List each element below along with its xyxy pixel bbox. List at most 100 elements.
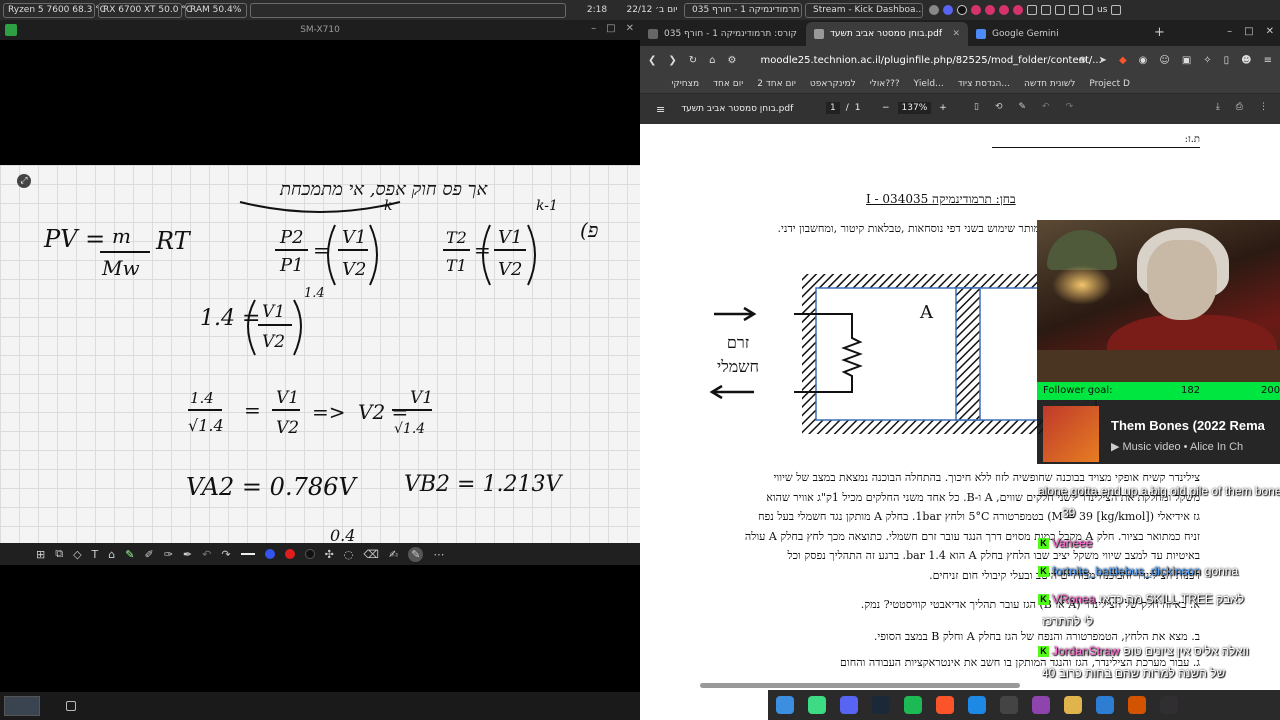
tray-app-icon[interactable] bbox=[985, 5, 995, 15]
share-icon[interactable]: ➤ bbox=[1099, 55, 1107, 66]
more-options-icon[interactable]: ⋮ bbox=[1259, 102, 1268, 112]
minimize-icon[interactable]: – bbox=[591, 23, 596, 34]
maximize-icon[interactable]: □ bbox=[1244, 26, 1253, 37]
annotate-icon[interactable]: ✎ bbox=[1019, 102, 1027, 112]
copy-icon[interactable]: ⧉ bbox=[55, 547, 63, 561]
url-input[interactable]: moodle25.technion.ac.il/pluginfile.php/8… bbox=[761, 55, 1102, 66]
pen-icon[interactable]: ✎ bbox=[125, 548, 134, 561]
taskbar-item-kick[interactable]: Stream - Kick Dashboa... bbox=[805, 2, 923, 18]
bookmark-item[interactable]: Project D bbox=[1089, 79, 1130, 89]
zoom-level[interactable]: 137% bbox=[897, 102, 932, 114]
app-icon[interactable] bbox=[1000, 696, 1018, 714]
print-icon[interactable]: ⎙ bbox=[1236, 102, 1243, 112]
zoom-out-icon[interactable]: − bbox=[882, 103, 890, 113]
spotify-icon[interactable] bbox=[904, 696, 922, 714]
undo-icon[interactable]: ↶ bbox=[202, 548, 211, 561]
store-icon[interactable] bbox=[1096, 696, 1114, 714]
marker-icon[interactable]: ✒ bbox=[183, 548, 192, 561]
windows-start-icon[interactable] bbox=[776, 696, 794, 714]
home-icon[interactable]: ⌂ bbox=[709, 55, 715, 66]
shapes-icon[interactable]: ◇ bbox=[73, 548, 81, 561]
color-blue-swatch[interactable] bbox=[264, 549, 275, 559]
discord-icon[interactable] bbox=[840, 696, 858, 714]
brush-icon[interactable]: ✑ bbox=[164, 548, 173, 561]
keyboard-layout[interactable]: us bbox=[1097, 5, 1107, 15]
back-icon[interactable]: ❮ bbox=[648, 55, 656, 66]
android-icon[interactable] bbox=[808, 696, 826, 714]
maximize-icon[interactable]: □ bbox=[606, 23, 615, 34]
tab-gemini[interactable]: Google Gemini bbox=[968, 22, 1148, 46]
tray-app-icon[interactable] bbox=[971, 5, 981, 15]
bookmark-item[interactable]: יום אחד bbox=[713, 79, 743, 89]
app-icon[interactable] bbox=[968, 696, 986, 714]
sidebar-icon[interactable]: ▯ bbox=[1224, 55, 1230, 66]
fit-page-icon[interactable]: ▯ bbox=[974, 102, 979, 112]
app-icon[interactable] bbox=[1128, 696, 1146, 714]
extension-icon[interactable]: ◉ bbox=[1139, 55, 1148, 66]
stroke-width-icon[interactable] bbox=[240, 553, 255, 555]
discord-tray-icon[interactable] bbox=[943, 5, 953, 15]
bookmark-item[interactable]: אולי??? bbox=[870, 79, 900, 89]
steam-icon[interactable] bbox=[872, 696, 890, 714]
zoom-icon[interactable]: ⊕ bbox=[1078, 55, 1086, 66]
zoom-in-icon[interactable]: + bbox=[939, 103, 947, 113]
window-thumbnail[interactable] bbox=[4, 696, 40, 716]
network-icon[interactable] bbox=[1083, 5, 1093, 15]
menu-icon[interactable]: ≡ bbox=[1264, 55, 1272, 66]
extension-icon[interactable]: ▣ bbox=[1182, 55, 1191, 66]
text-icon[interactable]: T bbox=[92, 548, 99, 561]
color-black-swatch[interactable] bbox=[304, 549, 315, 559]
menu-icon[interactable]: ≡ bbox=[656, 103, 665, 116]
page-number-input[interactable]: 1 bbox=[826, 102, 840, 114]
color-red-swatch[interactable] bbox=[284, 549, 295, 559]
download-icon[interactable]: ⤓ bbox=[1216, 102, 1220, 112]
desktop-icon[interactable] bbox=[66, 701, 76, 711]
tray-app-icon[interactable] bbox=[1041, 5, 1051, 15]
brave-icon[interactable] bbox=[936, 696, 954, 714]
bookmark-item[interactable]: הנדסת ציוד... bbox=[958, 79, 1010, 89]
forward-icon[interactable]: ❯ bbox=[668, 55, 676, 66]
close-icon[interactable]: ✕ bbox=[1266, 26, 1274, 37]
more-icon[interactable]: ⋯ bbox=[433, 548, 444, 561]
brave-shield-icon[interactable]: ◆ bbox=[1119, 55, 1127, 66]
taskbar-item-moodle[interactable]: קורס: תרמודינמיקה 1 - חורף 035... bbox=[684, 2, 802, 18]
close-tab-icon[interactable]: ✕ bbox=[952, 29, 960, 39]
eraser-icon[interactable]: ⌫ bbox=[363, 548, 379, 561]
clock[interactable]: 2:18 bbox=[570, 5, 624, 15]
pencil-icon[interactable]: ✐ bbox=[144, 548, 153, 561]
redo-icon[interactable]: ↷ bbox=[221, 548, 230, 561]
stack-icon[interactable] bbox=[1032, 696, 1050, 714]
bookmark-item[interactable]: Yield... bbox=[914, 79, 944, 89]
bookmark-item[interactable]: יום אחד 2 bbox=[757, 79, 796, 89]
tab-moodle-course[interactable]: קורס: תרמודינמיקה 1 - חורף 035 bbox=[640, 22, 806, 46]
site-info-icon[interactable]: ⚙ bbox=[728, 55, 737, 66]
bookmark-item[interactable]: למינקראפט bbox=[810, 79, 856, 89]
bookmark-item[interactable]: לשונית חדשה bbox=[1024, 79, 1075, 89]
drawing-canvas[interactable]: ⤢ אך פס חוק אפס, אי מתמכחת PV = m Mw RT … bbox=[0, 165, 640, 543]
profile-icon[interactable]: ☻ bbox=[1241, 55, 1251, 66]
minimize-icon[interactable]: – bbox=[1227, 26, 1232, 37]
date[interactable]: יום ב׳ 22/12 bbox=[624, 5, 680, 15]
steam-tray-icon[interactable] bbox=[957, 5, 967, 15]
new-tab-icon[interactable]: + bbox=[1154, 25, 1165, 40]
volume-icon[interactable] bbox=[1069, 5, 1079, 15]
undo-icon[interactable]: ↶ bbox=[1042, 102, 1050, 112]
tray-app-icon[interactable] bbox=[1055, 5, 1065, 15]
extension-icon[interactable]: ✧ bbox=[1203, 55, 1211, 66]
redo-icon[interactable]: ↷ bbox=[1066, 102, 1074, 112]
tab-pdf[interactable]: בוחן סמסטר אביב תשעד.pdf ✕ bbox=[806, 22, 968, 46]
pdf-horizontal-scrollbar[interactable] bbox=[700, 683, 1020, 688]
tray-app-icon[interactable] bbox=[999, 5, 1009, 15]
notifications-icon[interactable] bbox=[1111, 5, 1122, 15]
workspace-indicator[interactable] bbox=[250, 2, 566, 18]
rotate-icon[interactable]: ⟲ bbox=[995, 102, 1003, 112]
reload-icon[interactable]: ↻ bbox=[689, 55, 697, 66]
highlighter-icon[interactable]: ✍ bbox=[389, 548, 398, 561]
tools-icon[interactable]: ✣ bbox=[325, 548, 334, 561]
close-icon[interactable]: ✕ bbox=[626, 23, 634, 34]
tray-app-icon[interactable] bbox=[1013, 5, 1023, 15]
grid-icon[interactable]: ⊞ bbox=[36, 548, 45, 561]
obs-icon[interactable] bbox=[1160, 696, 1178, 714]
lasso-icon[interactable]: ⌂ bbox=[108, 548, 115, 561]
bookmark-item[interactable]: מצחיקי bbox=[671, 79, 699, 89]
